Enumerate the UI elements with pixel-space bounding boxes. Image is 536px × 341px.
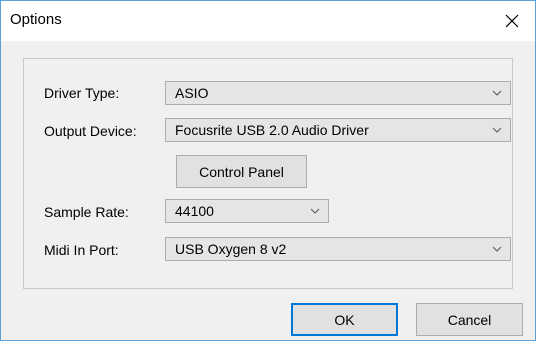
- output-device-value: Focusrite USB 2.0 Audio Driver: [175, 122, 369, 138]
- close-button[interactable]: [489, 1, 535, 41]
- chevron-down-icon: [492, 127, 502, 133]
- output-device-select[interactable]: Focusrite USB 2.0 Audio Driver: [165, 118, 511, 142]
- dialog-title: Options: [10, 11, 62, 28]
- sample-rate-value: 44100: [175, 203, 214, 219]
- close-icon: [505, 14, 519, 28]
- ok-label: OK: [334, 311, 355, 328]
- cancel-button[interactable]: Cancel: [416, 303, 523, 336]
- midi-in-port-select[interactable]: USB Oxygen 8 v2: [165, 237, 511, 261]
- midi-in-port-label: Midi In Port:: [44, 242, 119, 258]
- control-panel-button[interactable]: Control Panel: [176, 155, 307, 188]
- title-bar[interactable]: Options: [1, 1, 535, 41]
- driver-type-select[interactable]: ASIO: [165, 81, 511, 105]
- driver-type-label: Driver Type:: [44, 85, 120, 101]
- sample-rate-label: Sample Rate:: [44, 204, 129, 220]
- chevron-down-icon: [492, 246, 502, 252]
- cancel-label: Cancel: [447, 311, 492, 328]
- output-device-label: Output Device:: [44, 123, 137, 139]
- chevron-down-icon: [492, 90, 502, 96]
- sample-rate-select[interactable]: 44100: [165, 199, 329, 223]
- options-dialog: Options Driver Type: ASIO Output Device:…: [0, 0, 536, 341]
- control-panel-label: Control Panel: [199, 163, 284, 180]
- driver-type-value: ASIO: [175, 85, 209, 101]
- midi-in-port-value: USB Oxygen 8 v2: [175, 241, 287, 257]
- chevron-down-icon: [310, 208, 320, 214]
- ok-button[interactable]: OK: [291, 303, 398, 336]
